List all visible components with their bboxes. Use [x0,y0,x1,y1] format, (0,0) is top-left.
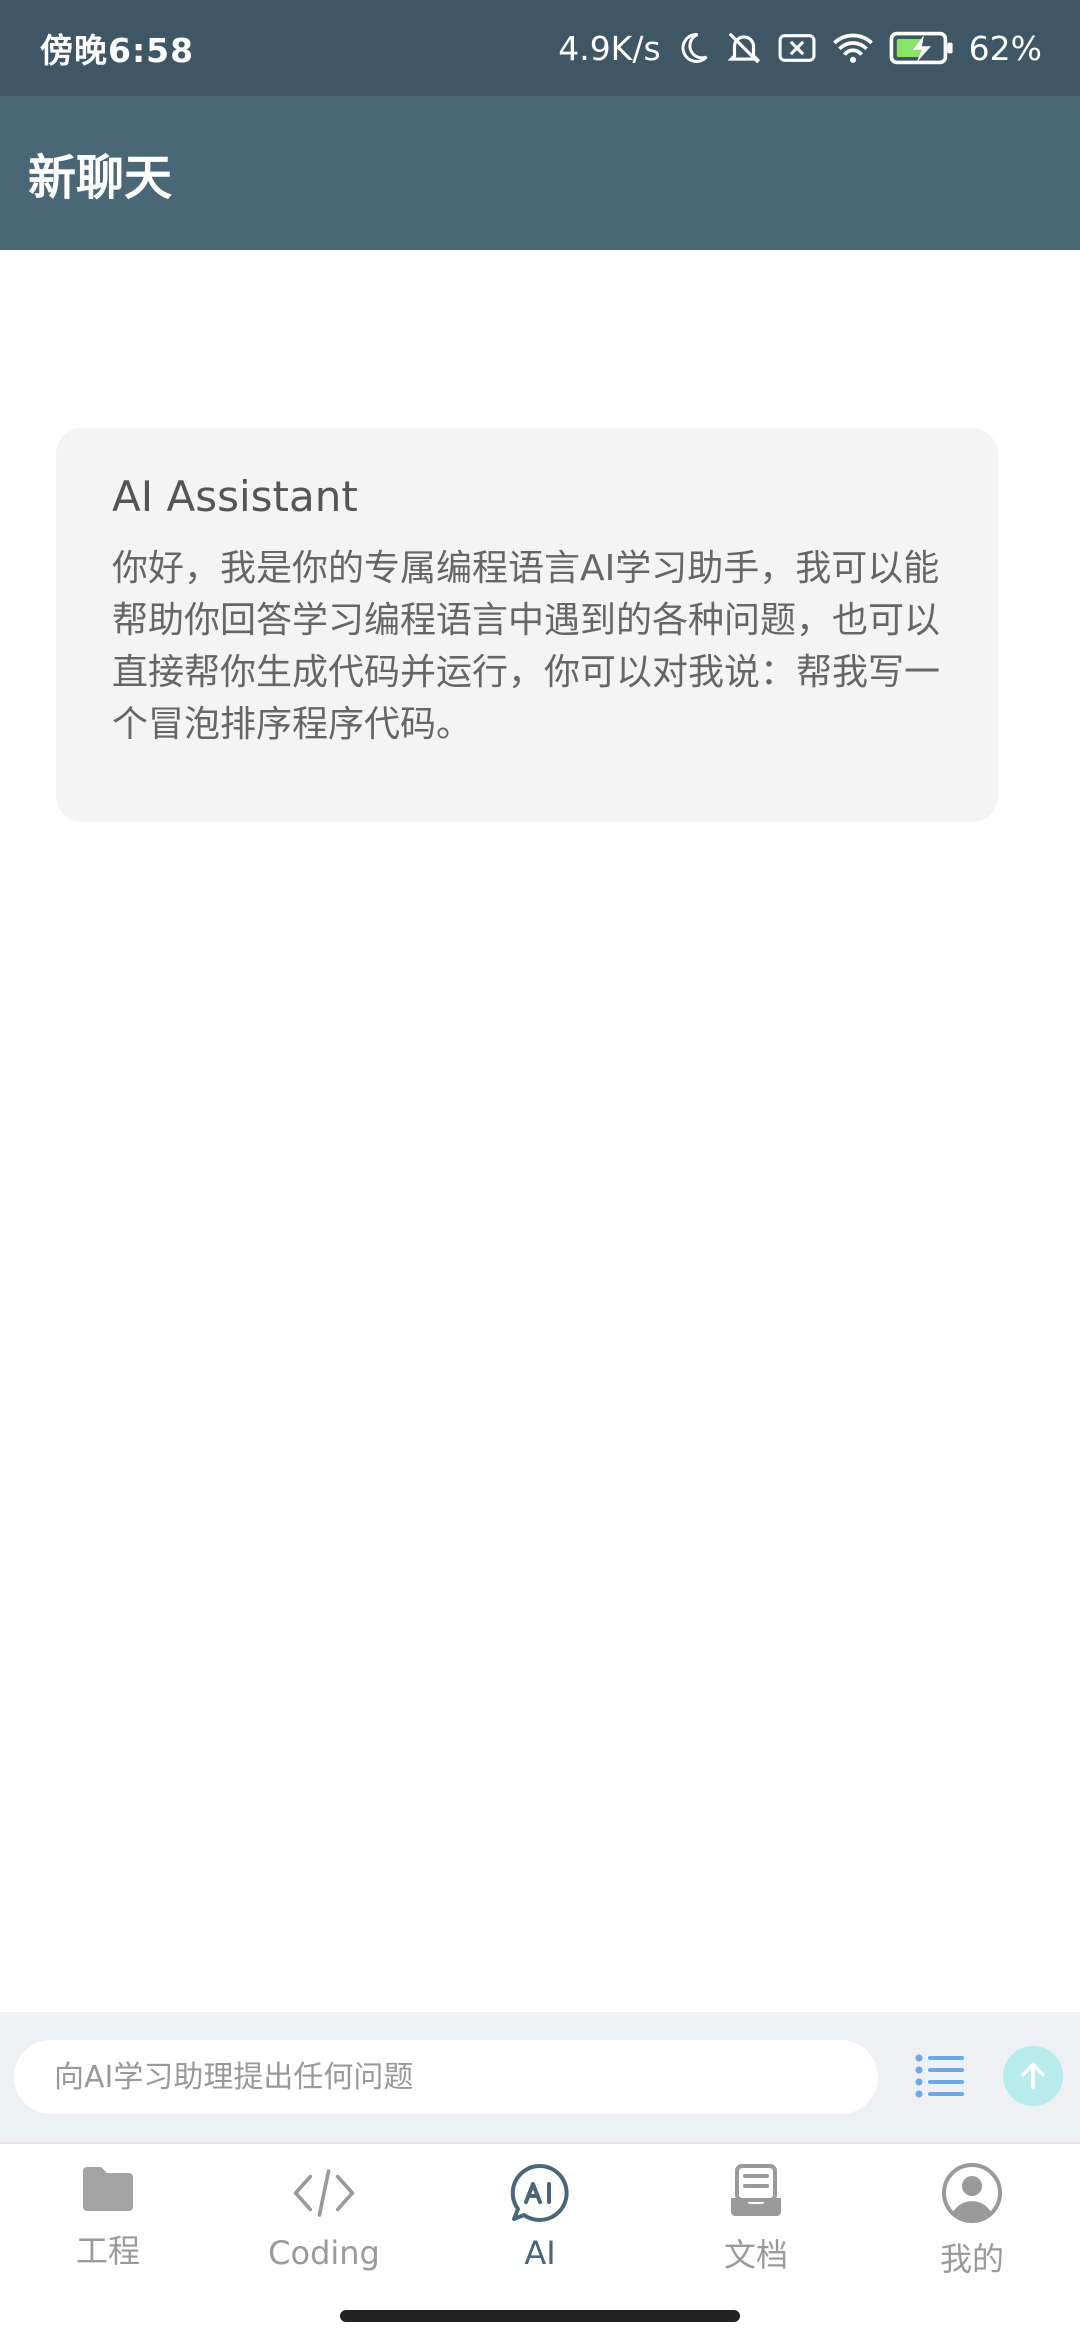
nav-item-ai[interactable]: AI [432,2162,648,2272]
chat-area[interactable]: AI Assistant 你好，我是你的专属编程语言AI学习助手，我可以能帮助你… [0,250,1080,2012]
network-speed: 4.9K/s [558,28,661,68]
status-icons: 4.9K/s 62% [558,29,1042,68]
moon-icon [675,30,711,66]
status-bar: 傍晚6:58 4.9K/s 62% [0,0,1080,96]
list-icon[interactable] [910,2046,970,2106]
battery-charging-icon [889,30,955,66]
nav-label-me: 我的 [939,2240,1004,2278]
input-bar [0,2012,1080,2142]
no-sim-icon [777,30,817,66]
nav-label-docs: 文档 [723,2236,788,2274]
status-time: 傍晚6:58 [40,31,195,70]
folder-icon [76,2162,140,2216]
page-title: 新聊天 [28,150,173,206]
battery-percent: 62% [968,28,1042,68]
document-icon [724,2162,788,2220]
nav-label-coding: Coding [268,2234,380,2272]
nav-label-ai: AI [524,2234,556,2272]
nav-item-coding[interactable]: Coding [216,2162,432,2272]
app-bar: 新聊天 [0,96,1080,250]
assistant-message-card: AI Assistant 你好，我是你的专属编程语言AI学习助手，我可以能帮助你… [56,428,998,822]
wifi-icon [831,30,875,66]
nav-item-project[interactable]: 工程 [0,2162,216,2272]
code-icon [292,2162,356,2224]
nav-item-me[interactable]: 我的 [864,2162,1080,2278]
arrow-up-icon [1021,2062,1045,2090]
message-sender: AI Assistant [112,472,358,521]
chat-input[interactable] [14,2040,878,2114]
send-button[interactable] [1003,2046,1063,2106]
ai-chat-icon [508,2162,572,2224]
nav-label-project: 工程 [75,2232,140,2270]
user-icon [940,2162,1004,2224]
nav-item-docs[interactable]: 文档 [648,2162,864,2274]
home-indicator[interactable] [340,2310,740,2322]
mute-bell-icon [725,29,763,67]
message-body: 你好，我是你的专属编程语言AI学习助手，我可以能帮助你回答学习编程语言中遇到的各… [112,548,941,745]
